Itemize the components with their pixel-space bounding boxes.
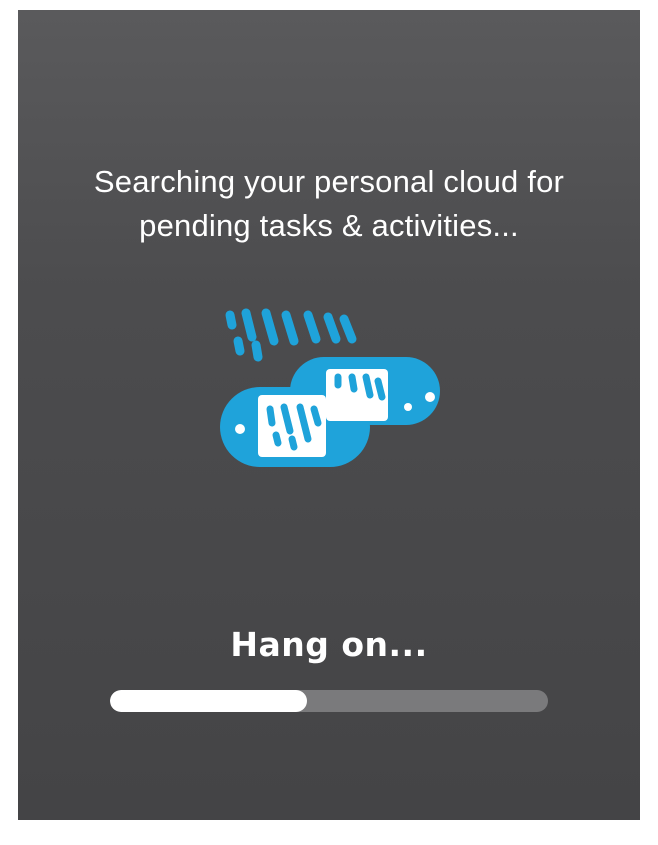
loading-message-line-2: pending tasks & activities... xyxy=(139,208,519,243)
loading-message: Searching your personal cloud for pendin… xyxy=(18,160,640,248)
progress-bar xyxy=(110,690,548,712)
cloud-tasks-logo-icon xyxy=(220,308,440,467)
progress-bar-fill xyxy=(110,690,308,712)
status-label: Hang on... xyxy=(230,625,428,664)
loading-screen: Searching your personal cloud for pendin… xyxy=(18,10,640,820)
loading-message-line-1: Searching your personal cloud for xyxy=(93,164,565,199)
